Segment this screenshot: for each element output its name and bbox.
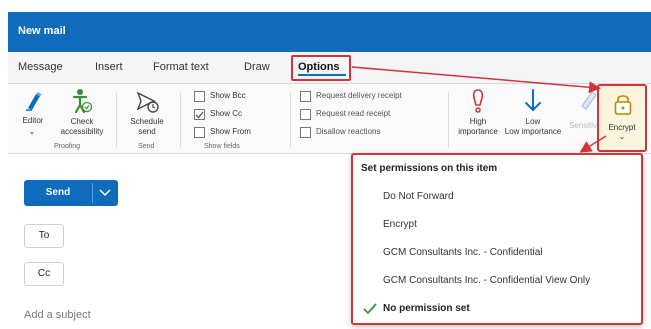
tab-message[interactable]: Message — [18, 61, 63, 73]
ribbon-divider — [448, 92, 449, 148]
checkbox-box — [194, 91, 205, 102]
show-fields-group-label: Show fields — [204, 143, 240, 150]
permissions-dropdown: Set permissions on this item Do Not Forw… — [351, 153, 643, 325]
permissions-header: Set permissions on this item — [361, 163, 498, 174]
checkbox-box-checked — [194, 109, 205, 120]
checkmark-icon — [195, 111, 204, 119]
ribbon-divider — [116, 92, 117, 148]
ribbon-divider — [290, 92, 291, 148]
menu-item-do-not-forward[interactable]: Do Not Forward — [383, 191, 454, 202]
proofing-group-label: Proofing — [54, 143, 81, 150]
chevron-down-icon: ⌄ — [28, 127, 36, 136]
disallow-reactions-checkbox[interactable]: Disallow reactions — [300, 126, 440, 140]
send-split-button: Send — [24, 180, 118, 206]
chevron-down-icon[interactable] — [99, 189, 111, 197]
checkbox-box — [300, 127, 311, 138]
window-title: New mail — [18, 25, 66, 37]
request-delivery-receipt-label: Request delivery receipt — [316, 91, 402, 100]
schedule-send-label-2: send — [138, 127, 156, 136]
high-importance-icon — [472, 89, 484, 113]
low-importance-icon — [525, 89, 541, 112]
checkmark-icon — [363, 303, 377, 315]
checkbox-box — [194, 127, 205, 138]
encrypt-button[interactable]: Encrypt ⌄ — [597, 84, 647, 152]
to-button[interactable]: To — [24, 224, 64, 248]
show-from-label: Show From — [210, 127, 251, 136]
editor-icon — [26, 92, 42, 111]
lock-icon — [614, 95, 632, 115]
ribbon-tabs: Message Insert Format text Draw Options — [8, 52, 651, 84]
subject-input[interactable]: Add a subject — [24, 309, 91, 321]
cc-button[interactable]: Cc — [24, 262, 64, 286]
low-importance-label: Low importance — [504, 127, 562, 136]
check-accessibility-label-2: accessibility — [60, 127, 104, 136]
options-highlight-box — [291, 55, 351, 81]
sensitivity-icon — [581, 91, 597, 110]
accessibility-icon — [72, 89, 92, 114]
tab-draw[interactable]: Draw — [244, 61, 270, 73]
show-from-checkbox[interactable]: Show From — [194, 126, 274, 140]
send-button[interactable]: Send — [24, 187, 92, 198]
menu-item-confidential[interactable]: GCM Consultants Inc. - Confidential — [383, 247, 543, 258]
show-bcc-checkbox[interactable]: Show Bcc — [194, 90, 274, 104]
request-read-receipt-checkbox[interactable]: Request read receipt — [300, 108, 440, 122]
disallow-reactions-label: Disallow reactions — [316, 127, 381, 136]
editor-label: Editor — [22, 116, 44, 125]
high-importance-label-2: importance — [458, 127, 498, 136]
tab-insert[interactable]: Insert — [95, 61, 123, 73]
menu-item-encrypt[interactable]: Encrypt — [383, 219, 417, 230]
schedule-send-label-1: Schedule — [130, 117, 164, 126]
show-cc-checkbox[interactable]: Show Cc — [194, 108, 274, 122]
show-bcc-label: Show Bcc — [210, 91, 246, 100]
request-read-receipt-label: Request read receipt — [316, 109, 391, 118]
schedule-send-icon — [136, 91, 159, 113]
chevron-down-icon: ⌄ — [618, 132, 626, 141]
send-group-label: Send — [138, 143, 155, 150]
request-delivery-receipt-checkbox[interactable]: Request delivery receipt — [300, 90, 440, 104]
check-accessibility-label-1: Check — [70, 117, 94, 126]
send-divider — [92, 183, 93, 203]
high-importance-label-1: High — [469, 117, 487, 126]
checkbox-box — [300, 109, 311, 120]
ribbon-divider — [180, 92, 181, 148]
title-bar: New mail — [8, 12, 651, 52]
menu-item-no-permission-set[interactable]: No permission set — [383, 303, 470, 314]
menu-item-confidential-view-only[interactable]: GCM Consultants Inc. - Confidential View… — [383, 275, 590, 286]
checkbox-box — [300, 91, 311, 102]
show-cc-label: Show Cc — [210, 109, 243, 118]
ribbon-toolbar: Editor ⌄ Check accessibility Proofing Sc… — [8, 84, 651, 154]
tab-format-text[interactable]: Format text — [153, 61, 209, 73]
low-importance-label-1: Low — [525, 117, 541, 126]
